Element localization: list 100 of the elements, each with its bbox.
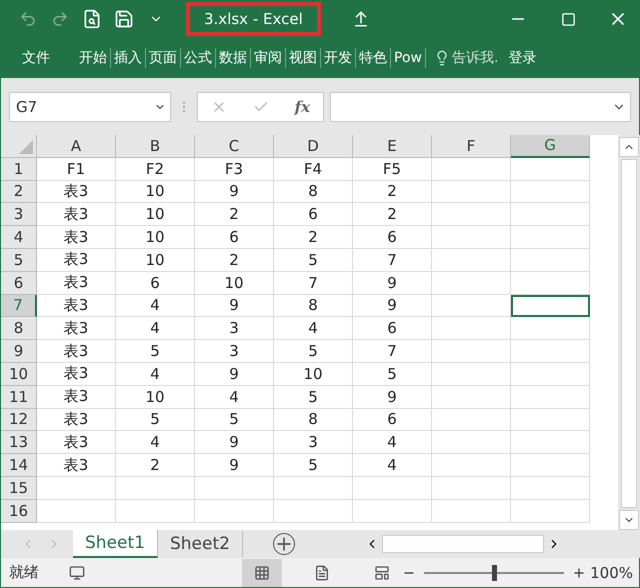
table-cell: 4 <box>116 317 195 340</box>
column-header[interactable]: C <box>195 135 274 158</box>
row-header[interactable]: 6 <box>1 272 37 295</box>
table-cell: 5 <box>274 386 353 409</box>
scroll-thumb[interactable] <box>621 159 637 508</box>
row-header[interactable]: 16 <box>1 500 37 523</box>
scroll-down-button[interactable] <box>619 510 639 530</box>
insert-function-button[interactable]: fx <box>294 98 310 116</box>
table-cell: 2 <box>116 454 195 477</box>
table-cell: 9 <box>195 362 274 386</box>
ribbon-tab[interactable]: 插入 <box>111 48 146 68</box>
table-cell: 9 <box>195 454 274 477</box>
table-cell: 9 <box>195 294 274 318</box>
normal-view-icon[interactable] <box>242 558 282 586</box>
vertical-scrollbar[interactable] <box>618 135 640 530</box>
row-header[interactable]: 2 <box>1 180 37 204</box>
table-cell: 表3 <box>37 294 116 318</box>
table-cell: 表3 <box>37 317 116 340</box>
zoom-in-icon[interactable] <box>572 566 586 580</box>
table-cell: 4 <box>116 362 195 386</box>
table-cell: F1 <box>37 158 116 181</box>
ribbon-tab[interactable]: 公式 <box>181 48 216 68</box>
ribbon-tab[interactable]: 页面 <box>146 48 181 68</box>
table-cell: 8 <box>274 180 353 204</box>
table-cell: 10 <box>116 226 195 249</box>
table-cell: 表3 <box>37 454 116 477</box>
row-header[interactable]: 4 <box>1 226 37 249</box>
table-cell: 9 <box>353 294 432 318</box>
row-header[interactable]: 13 <box>1 431 37 454</box>
table-cell: 表3 <box>37 431 116 454</box>
table-cell: 4 <box>353 431 432 454</box>
column-header[interactable]: A <box>37 135 116 158</box>
ribbon-tab[interactable]: 数据 <box>216 48 251 68</box>
table-cell: 10 <box>116 248 195 272</box>
table-cell: F3 <box>195 158 274 181</box>
table-cell: 10 <box>116 203 195 226</box>
column-header[interactable]: F <box>432 135 511 158</box>
table-cell: 表3 <box>37 203 116 226</box>
table-cell: 5 <box>274 248 353 272</box>
ribbon-tab[interactable]: 特色 <box>356 48 391 68</box>
scroll-thumb[interactable] <box>382 535 544 553</box>
table-cell: 9 <box>195 180 274 204</box>
sign-in-link[interactable]: 登录 <box>508 49 536 67</box>
row-header[interactable]: 10 <box>1 362 37 386</box>
table-cell: 7 <box>353 340 432 363</box>
table-cell: 6 <box>353 408 432 432</box>
row-header[interactable]: 1 <box>1 158 37 181</box>
table-cell: 9 <box>353 272 432 295</box>
ribbon-tab[interactable]: 视图 <box>286 48 321 68</box>
table-cell: 表3 <box>37 226 116 249</box>
table-cell: 表3 <box>37 272 116 295</box>
sheet-tab[interactable]: Sheet2 <box>158 531 243 557</box>
name-box[interactable]: G7 <box>9 92 171 122</box>
scroll-up-button[interactable] <box>619 137 639 157</box>
table-cell: 4 <box>274 317 353 340</box>
row-header[interactable]: 9 <box>1 340 37 363</box>
table-cell: 7 <box>274 272 353 295</box>
ribbon-tab[interactable]: Pow <box>391 48 426 68</box>
table-cell: 8 <box>274 294 353 318</box>
table-cell: 5 <box>274 454 353 477</box>
ribbon-tab[interactable]: 文件 <box>10 48 76 68</box>
ribbon-tab[interactable]: 开发 <box>321 48 356 68</box>
table-cell: 3 <box>195 340 274 363</box>
table-cell: 10 <box>274 362 353 386</box>
column-header[interactable]: E <box>353 135 432 158</box>
table-cell: 表3 <box>37 340 116 363</box>
table-cell: 5 <box>116 408 195 432</box>
row-header[interactable]: 7 <box>1 294 37 318</box>
zoom-level[interactable]: 100% <box>590 564 633 582</box>
column-header[interactable]: D <box>274 135 353 158</box>
table-cell: 表3 <box>37 408 116 432</box>
row-header[interactable]: 14 <box>1 454 37 477</box>
row-header[interactable]: 11 <box>1 386 37 409</box>
formula-field[interactable] <box>330 92 631 122</box>
row-header[interactable]: 5 <box>1 248 37 272</box>
table-cell: 表3 <box>37 248 116 272</box>
row-header[interactable]: 15 <box>1 476 37 500</box>
triangle-icon <box>19 140 33 154</box>
table-cell: 表3 <box>37 386 116 409</box>
ribbon-tab[interactable]: 开始 <box>76 48 111 68</box>
table-cell: 表3 <box>37 180 116 204</box>
ribbon-tab[interactable]: 审阅 <box>251 48 286 68</box>
table-cell: 10 <box>116 386 195 409</box>
column-header[interactable]: B <box>116 135 195 158</box>
column-header[interactable]: G <box>511 135 590 158</box>
table-cell: 2 <box>353 203 432 226</box>
row-header[interactable]: 8 <box>1 317 37 340</box>
table-cell: F5 <box>353 158 432 181</box>
table-cell: 4 <box>116 431 195 454</box>
table-cell: 6 <box>353 226 432 249</box>
table-cell: 6 <box>195 226 274 249</box>
table-cell: 8 <box>274 408 353 432</box>
table-cell: 3 <box>274 431 353 454</box>
row-header[interactable]: 12 <box>1 408 37 432</box>
table-cell: 10 <box>116 180 195 204</box>
add-sheet-icon[interactable] <box>272 533 295 555</box>
tell-me-search[interactable]: 告诉我. <box>452 49 498 67</box>
row-header[interactable]: 3 <box>1 203 37 226</box>
sheet-tab[interactable]: Sheet1 <box>73 530 158 558</box>
table-cell: 4 <box>195 386 274 409</box>
